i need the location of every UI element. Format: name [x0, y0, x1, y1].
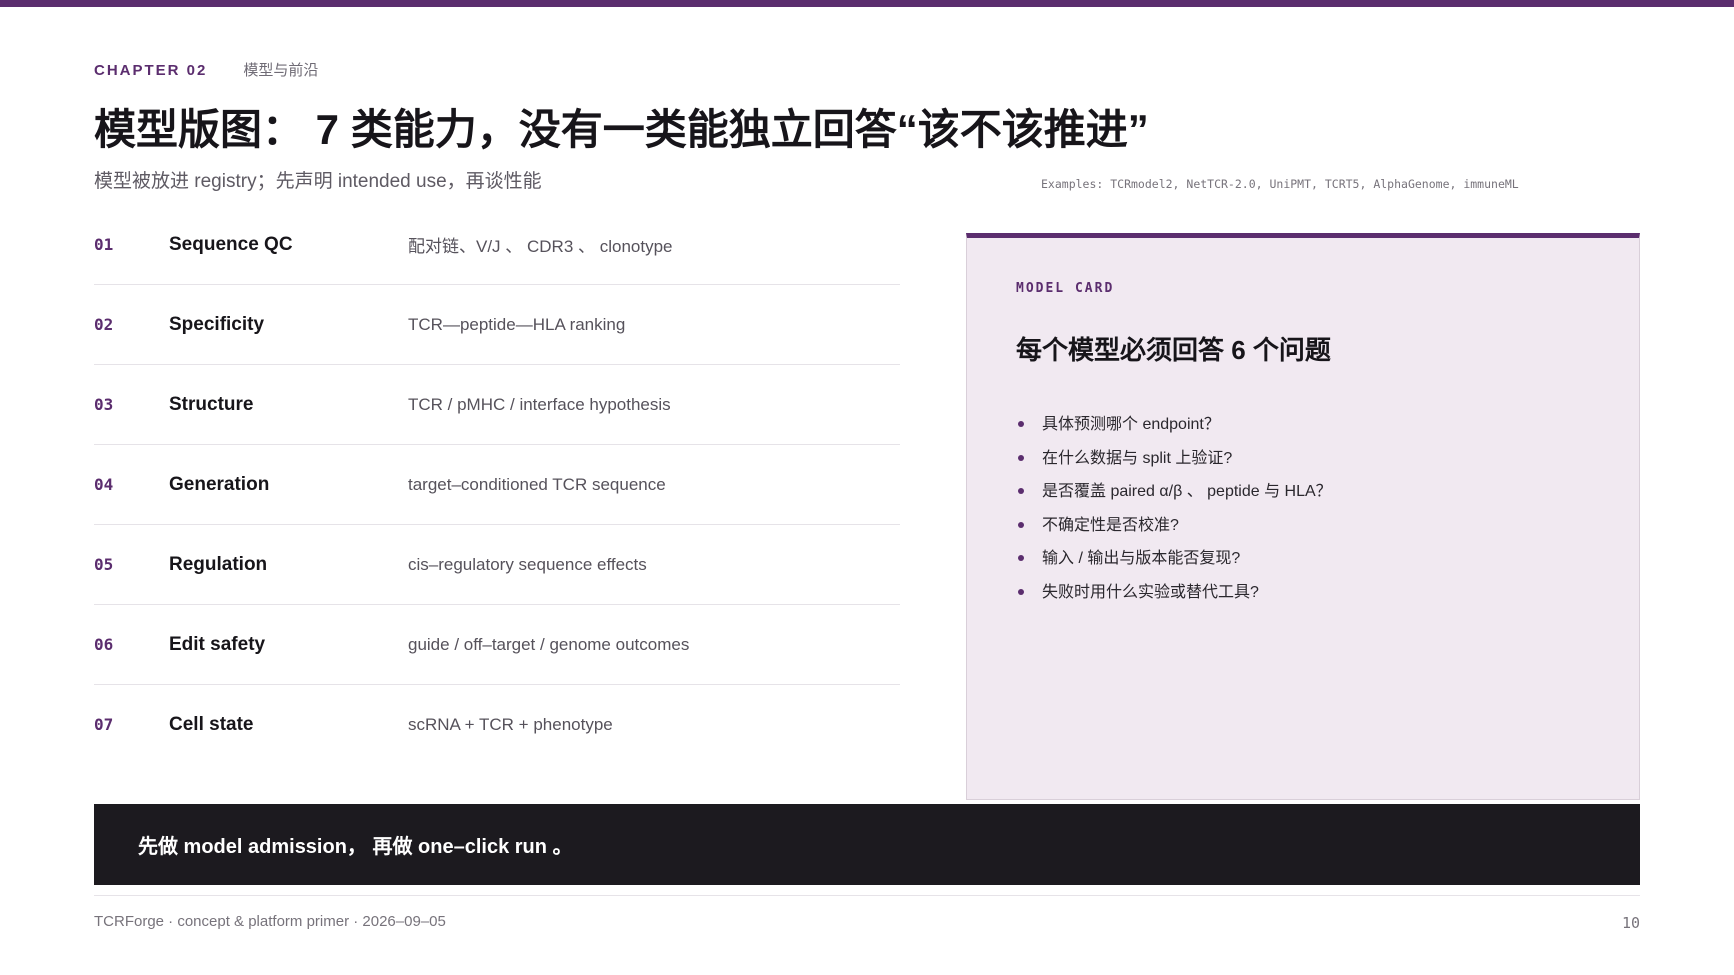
takeaway-text: 先做 model admission， 再做 one–click run 。 [138, 836, 573, 858]
model-card-title: 每个模型必须回答 6 个问题 [1016, 335, 1331, 365]
capability-description: guide / off–target / genome outcomes [408, 634, 690, 654]
bullet-dot-icon [1018, 588, 1024, 595]
footer-divider [94, 895, 1640, 896]
capability-number: 07 [94, 715, 114, 734]
question-text: 不确定性是否校准? [1042, 516, 1179, 534]
model-card-panel: MODEL CARD 每个模型必须回答 6 个问题 具体预测哪个 endpoin… [966, 233, 1640, 800]
bullet-dot-icon [1018, 488, 1024, 494]
capability-row: 07 Cell state scRNA + TCR + phenotype [94, 685, 900, 764]
capability-name: Structure [169, 393, 254, 415]
capability-description: target–conditioned TCR sequence [408, 474, 666, 494]
question-text: 失败时用什么实验或替代工具? [1042, 583, 1259, 601]
capability-number: 03 [94, 395, 114, 414]
top-accent-bar [0, 0, 1734, 7]
question-text: 输入 / 输出与版本能否复现? [1042, 550, 1241, 567]
question-item: 输入 / 输出与版本能否复现? [1016, 547, 1332, 581]
footer-caption: TCRForge · concept & platform primer · 2… [94, 913, 446, 930]
capability-name: Cell state [169, 713, 254, 735]
question-item: 在什么数据与 split 上验证? [1016, 447, 1332, 481]
capability-description: cis–regulatory sequence effects [408, 554, 647, 574]
chapter-header: CHAPTER 02 模型与前沿 [94, 59, 318, 80]
capability-description: TCR—peptide—HLA ranking [408, 314, 626, 334]
capability-name: Edit safety [169, 633, 266, 655]
capability-name: Specificity [169, 313, 265, 335]
page-number: 10 [1621, 914, 1640, 932]
question-list: 具体预测哪个 endpoint？ 在什么数据与 split 上验证? 是否覆盖 … [1016, 413, 1332, 614]
question-item: 具体预测哪个 endpoint？ [1016, 413, 1332, 447]
capability-row: 02 Specificity TCR—peptide—HLA ranking [94, 285, 900, 365]
model-card-label: MODEL CARD [1016, 281, 1115, 296]
capability-row: 03 Structure TCR / pMHC / interface hypo… [94, 365, 900, 445]
takeaway-banner: 先做 model admission， 再做 one–click run 。 [94, 804, 1640, 885]
capability-number: 04 [94, 475, 114, 494]
capability-number: 05 [94, 555, 114, 574]
capability-name: Sequence QC [169, 233, 293, 255]
capability-number: 01 [94, 235, 114, 254]
capability-number: 06 [94, 635, 114, 654]
slide-title: 模型版图： 7 类能力，没有一类能独立回答“该不该推进” [94, 106, 1149, 153]
question-item: 失败时用什么实验或替代工具? [1016, 581, 1332, 615]
slide-subtitle: 模型被放进 registry；先声明 intended use，再谈性能 [94, 171, 542, 192]
capability-number: 02 [94, 315, 114, 334]
capability-name: Regulation [169, 553, 268, 575]
chapter-label: CHAPTER 02 [94, 62, 208, 79]
capability-description: TCR / pMHC / interface hypothesis [408, 394, 671, 414]
bullet-dot-icon [1018, 555, 1024, 561]
question-text: 在什么数据与 split 上验证? [1042, 449, 1233, 467]
chapter-subtitle: 模型与前沿 [243, 62, 319, 79]
capability-description: 配对链、V/J 、 CDR3 、 clonotype [408, 237, 673, 256]
capability-row: 05 Regulation cis–regulatory sequence ef… [94, 525, 900, 605]
question-item: 是否覆盖 paired α/β 、 peptide 与 HLA？ [1016, 480, 1332, 514]
capability-row: 01 Sequence QC 配对链、V/J 、 CDR3 、 clonotyp… [94, 205, 900, 285]
question-text: 是否覆盖 paired α/β 、 peptide 与 HLA？ [1042, 483, 1332, 500]
question-item: 不确定性是否校准? [1016, 514, 1332, 548]
capability-row: 06 Edit safety guide / off–target / geno… [94, 605, 900, 685]
capability-description: scRNA + TCR + phenotype [408, 714, 613, 734]
capability-list: 01 Sequence QC 配对链、V/J 、 CDR3 、 clonotyp… [94, 205, 900, 764]
capability-row: 04 Generation target–conditioned TCR seq… [94, 445, 900, 525]
bullet-dot-icon [1018, 454, 1024, 461]
bullet-dot-icon [1018, 421, 1024, 427]
capability-name: Generation [169, 473, 270, 495]
examples-note: Examples: TCRmodel2, NetTCR-2.0, UniPMT,… [1041, 177, 1519, 191]
bullet-dot-icon [1018, 521, 1024, 528]
question-text: 具体预测哪个 endpoint？ [1042, 416, 1220, 433]
